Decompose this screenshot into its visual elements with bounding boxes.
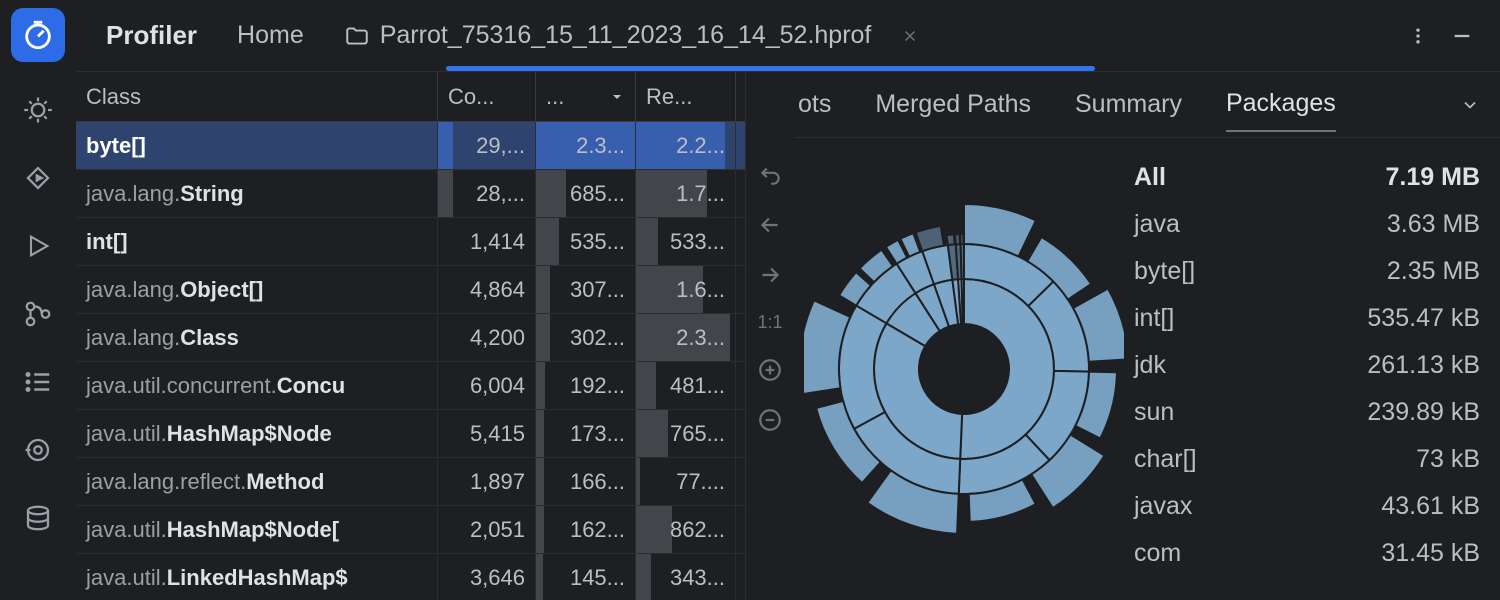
table-row[interactable]: java.util.concurrent.Concu6,004192...481… bbox=[76, 362, 745, 410]
undo-icon[interactable] bbox=[757, 162, 783, 188]
packages-body: All7.19 MBjava3.63 MBbyte[]2.35 MBint[]5… bbox=[794, 138, 1500, 600]
package-row[interactable]: int[]535.47 kB bbox=[1134, 295, 1480, 342]
table-row[interactable]: int[]1,414535...533... bbox=[76, 218, 745, 266]
bug-icon[interactable] bbox=[18, 90, 58, 130]
th-class[interactable]: Class bbox=[76, 72, 438, 121]
package-row[interactable]: com31.45 kB bbox=[1134, 530, 1480, 577]
table-header: Class Co... ... Re... bbox=[76, 72, 745, 122]
main-area: Profiler Home Parrot_75316_15_11_2023_16… bbox=[76, 0, 1500, 600]
table-row[interactable]: byte[]29,...2.3...2.2... bbox=[76, 122, 745, 170]
package-row[interactable]: javax43.61 kB bbox=[1134, 483, 1480, 530]
folder-icon bbox=[344, 23, 370, 49]
subtab-summary[interactable]: Summary bbox=[1075, 90, 1182, 119]
table-row[interactable]: java.lang.Object[]4,864307...1.6... bbox=[76, 266, 745, 314]
th-retained[interactable]: Re... bbox=[636, 72, 736, 121]
profiler-logo[interactable] bbox=[11, 8, 65, 62]
package-row[interactable]: java3.63 MB bbox=[1134, 201, 1480, 248]
chevron-down-icon[interactable] bbox=[1460, 95, 1480, 115]
database-icon[interactable] bbox=[18, 498, 58, 538]
chevron-down-icon bbox=[609, 89, 625, 105]
package-row[interactable]: byte[]2.35 MB bbox=[1134, 248, 1480, 295]
minimize-icon[interactable] bbox=[1444, 18, 1480, 54]
content: Class Co... ... Re... byte[]29,...2.3...… bbox=[76, 72, 1500, 600]
package-row[interactable]: sun239.89 kB bbox=[1134, 389, 1480, 436]
arrow-right-icon[interactable] bbox=[757, 262, 783, 288]
table-row[interactable]: java.lang.Class4,200302...2.3... bbox=[76, 314, 745, 362]
th-shallow[interactable]: ... bbox=[536, 72, 636, 121]
subtab-merged[interactable]: Merged Paths bbox=[875, 90, 1031, 119]
gutter: 1:1 bbox=[746, 72, 794, 600]
close-icon[interactable] bbox=[901, 27, 919, 45]
list-icon[interactable] bbox=[18, 362, 58, 402]
table-row[interactable]: java.util.HashMap$Node[2,051162...862... bbox=[76, 506, 745, 554]
vcs-icon[interactable] bbox=[18, 294, 58, 334]
subtab-roots[interactable]: ots bbox=[798, 90, 831, 119]
package-row[interactable]: jdk261.13 kB bbox=[1134, 342, 1480, 389]
packages-pane: ots Merged Paths Summary Packages All7.1… bbox=[794, 72, 1500, 600]
package-row[interactable]: All7.19 MB bbox=[1134, 154, 1480, 201]
ratio-label[interactable]: 1:1 bbox=[757, 312, 782, 333]
topbar: Profiler Home Parrot_75316_15_11_2023_16… bbox=[76, 0, 1500, 72]
target-icon[interactable] bbox=[18, 430, 58, 470]
table-row[interactable]: java.util.LinkedHashMap$3,646145...343..… bbox=[76, 554, 745, 600]
zoom-in-icon[interactable] bbox=[757, 357, 783, 383]
inspect-icon[interactable] bbox=[18, 158, 58, 198]
package-row[interactable]: char[]73 kB bbox=[1134, 436, 1480, 483]
sunburst-chart[interactable] bbox=[794, 138, 1134, 600]
th-count[interactable]: Co... bbox=[438, 72, 536, 121]
tab-home[interactable]: Home bbox=[237, 21, 304, 50]
active-tab-underline bbox=[446, 66, 1095, 71]
table-body: byte[]29,...2.3...2.2...java.lang.String… bbox=[76, 122, 745, 600]
run-icon[interactable] bbox=[18, 226, 58, 266]
th-shallow-label: ... bbox=[546, 84, 564, 110]
file-tab-label: Parrot_75316_15_11_2023_16_14_52.hprof bbox=[380, 21, 872, 50]
table-row[interactable]: java.lang.reflect.Method1,897166...77...… bbox=[76, 458, 745, 506]
subtabs: ots Merged Paths Summary Packages bbox=[794, 72, 1500, 138]
tool-title: Profiler bbox=[106, 20, 197, 51]
package-list: All7.19 MBjava3.63 MBbyte[]2.35 MBint[]5… bbox=[1134, 138, 1500, 600]
subtab-packages[interactable]: Packages bbox=[1226, 89, 1336, 132]
activity-bar bbox=[0, 0, 76, 600]
zoom-out-icon[interactable] bbox=[757, 407, 783, 433]
table-row[interactable]: java.lang.String28,...685...1.7... bbox=[76, 170, 745, 218]
class-table: Class Co... ... Re... byte[]29,...2.3...… bbox=[76, 72, 746, 600]
arrow-left-icon[interactable] bbox=[757, 212, 783, 238]
table-row[interactable]: java.util.HashMap$Node5,415173...765... bbox=[76, 410, 745, 458]
tab-file[interactable]: Parrot_75316_15_11_2023_16_14_52.hprof bbox=[344, 21, 920, 70]
more-icon[interactable] bbox=[1400, 18, 1436, 54]
